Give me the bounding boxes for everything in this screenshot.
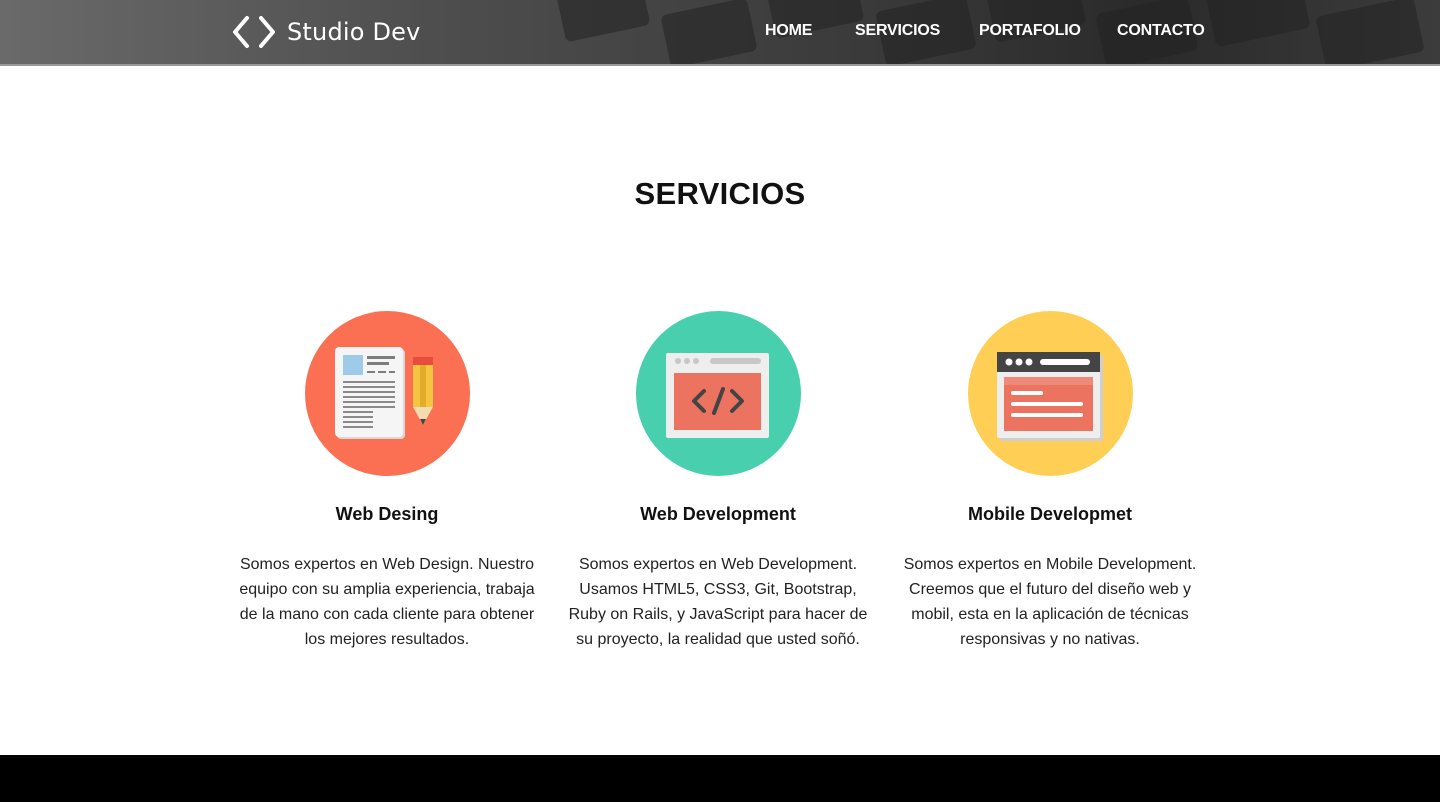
service-description: Somos expertos en Mobile Development. Cr… — [903, 556, 1197, 648]
service-card-mobile-development: Mobile Developmet Somos expertos en Mobi… — [900, 311, 1200, 652]
code-brackets-icon — [231, 15, 277, 49]
site-footer — [0, 755, 1440, 802]
nav-item-contacto[interactable]: CONTACTO — [1117, 22, 1205, 40]
service-title: Web Desing — [335, 504, 439, 524]
section-title: SERVICIOS — [634, 176, 806, 211]
service-title: Web Development — [640, 504, 796, 524]
nav-item-home[interactable]: HOME — [765, 22, 812, 40]
browser-window-icon — [967, 311, 1133, 476]
nav-item-portafolio[interactable]: PORTAFOLIO — [979, 22, 1081, 40]
code-window-icon — [635, 311, 801, 476]
header-background-image — [1205, 0, 1311, 48]
service-title: Mobile Developmet — [967, 504, 1133, 524]
document-pencil-icon — [304, 311, 470, 476]
header-background-image — [555, 0, 651, 43]
header-background-image — [660, 0, 758, 64]
service-card-web-development: Web Development Somos expertos en Web De… — [568, 311, 868, 652]
service-description: Somos expertos en Web Design. Nuestro eq… — [239, 556, 535, 648]
site-header: Studio Dev HOME SERVICIOS PORTAFOLIO CON… — [0, 0, 1440, 66]
brand-name: Studio Dev — [287, 18, 421, 46]
service-card-web-design: Web Desing Somos expertos en Web Design.… — [237, 311, 537, 652]
nav-item-servicios[interactable]: SERVICIOS — [855, 22, 940, 40]
brand-logo[interactable]: Studio Dev — [231, 13, 421, 51]
header-background-image — [1315, 0, 1425, 64]
service-description: Somos expertos en Web Development. Usamo… — [568, 556, 868, 648]
